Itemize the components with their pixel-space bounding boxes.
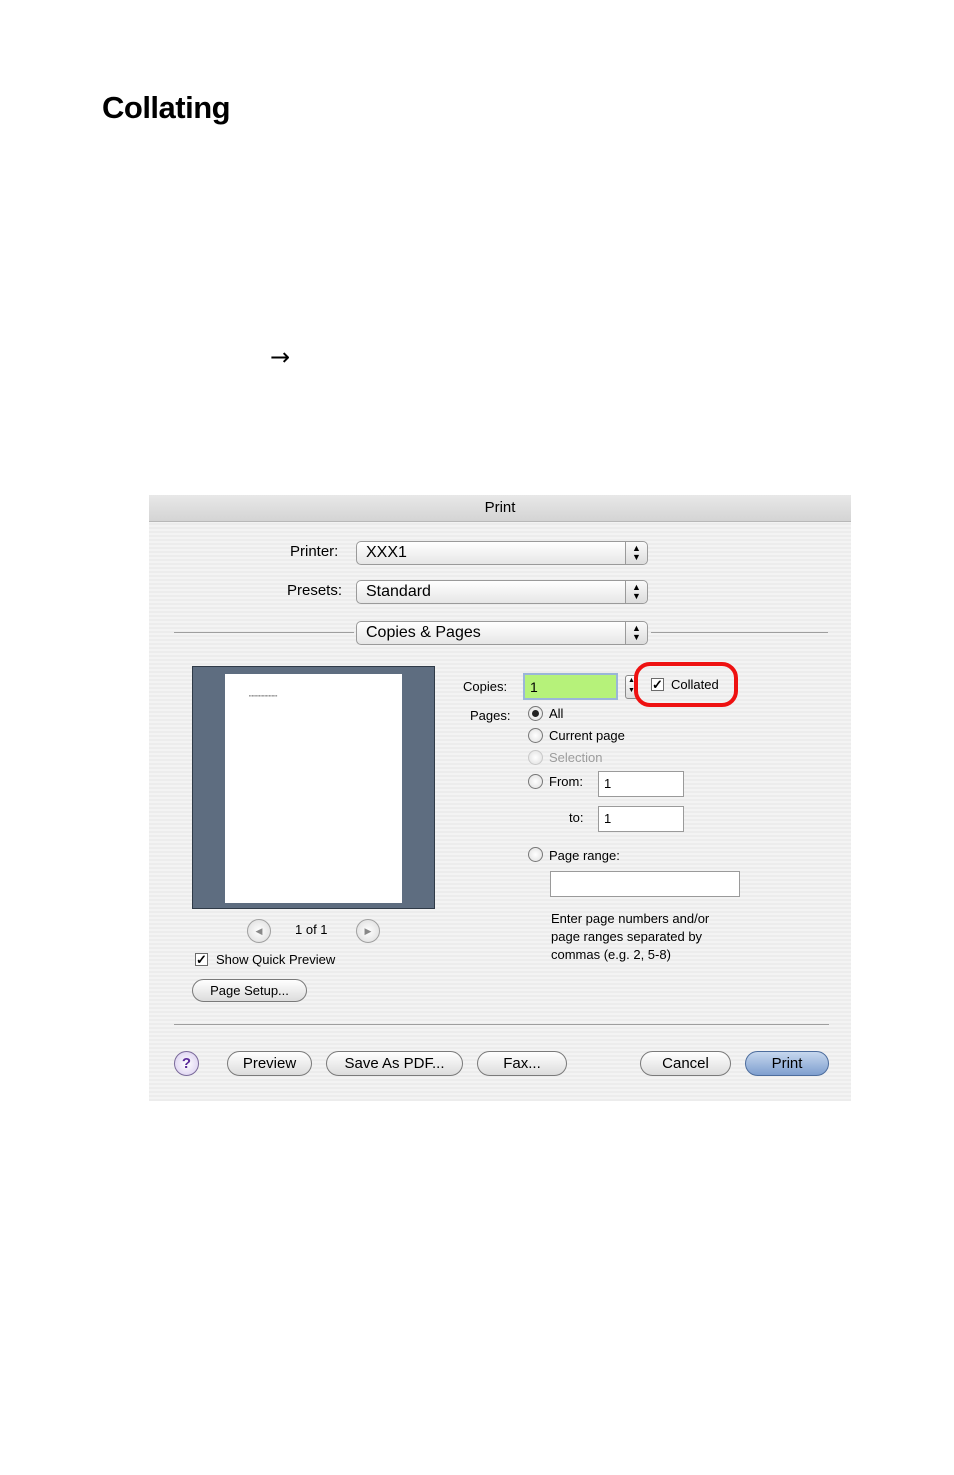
from-field[interactable]: 1 (598, 771, 684, 797)
pages-to-label: to: (569, 810, 584, 825)
cancel-button[interactable]: Cancel (640, 1051, 731, 1076)
popup-arrows-icon: ▲ ▼ (625, 542, 647, 564)
printer-value: XXX1 (366, 544, 407, 561)
next-page-button[interactable]: ▶ (356, 919, 380, 943)
pages-selection-radio[interactable] (528, 750, 543, 765)
section-value: Copies & Pages (366, 624, 481, 641)
question-mark-icon: ? (181, 1055, 192, 1072)
collated-highlight-annotation (634, 662, 738, 707)
page-range-help-line-3: commas (e.g. 2, 5-8) (551, 947, 671, 962)
popup-arrows-icon: ▲ ▼ (625, 581, 647, 603)
presets-popup[interactable]: Standard ▲ ▼ (356, 580, 648, 604)
section-divider-right (651, 632, 828, 633)
to-field[interactable]: 1 (598, 806, 684, 832)
print-dialog: Print Printer: XXX1 ▲ ▼ Presets: Standard… (149, 495, 851, 1101)
pages-from-label: From: (549, 774, 583, 789)
copies-field[interactable]: 1 (523, 673, 618, 700)
pages-range-radio[interactable] (528, 847, 543, 862)
quick-preview: ▪▪▪▪▪▪▪▪▪▪▪▪▪▪▪▪▪▪▪▪ (192, 666, 435, 909)
pages-selection-label: Selection (549, 750, 603, 765)
copies-label: Copies: (463, 679, 508, 694)
preview-page-text: ▪▪▪▪▪▪▪▪▪▪▪▪▪▪▪▪▪▪▪▪ (249, 693, 278, 698)
page-range-help-line-2: page ranges separated by (551, 929, 703, 944)
pages-all-radio[interactable] (528, 706, 543, 721)
show-quick-preview-checkbox[interactable]: ✓ (195, 953, 208, 966)
print-button[interactable]: Print (745, 1051, 829, 1076)
fax-button[interactable]: Fax... (477, 1051, 567, 1076)
checkmark-icon: ✓ (196, 952, 207, 967)
pages-current-label: Current page (549, 728, 625, 743)
pages-label: Pages: (470, 708, 511, 723)
popup-arrows-icon: ▲ ▼ (625, 622, 647, 644)
arrow-left-icon: ◀ (255, 926, 263, 936)
preview-button[interactable]: Preview (227, 1051, 312, 1076)
page-setup-button[interactable]: Page Setup... (192, 979, 307, 1002)
arrow-right-icon: ▶ (364, 926, 372, 936)
show-quick-preview-label: Show Quick Preview (216, 952, 336, 967)
page-range-field[interactable] (550, 871, 740, 897)
page-range-help-line-1: Enter page numbers and/or (551, 911, 710, 926)
previous-page-button[interactable]: ◀ (247, 919, 271, 943)
section-divider-left (174, 632, 354, 633)
dialog-title: Print (149, 495, 851, 522)
pages-range-label: Page range: (549, 848, 620, 863)
preview-page-thumbnail: ▪▪▪▪▪▪▪▪▪▪▪▪▪▪▪▪▪▪▪▪ (225, 674, 402, 903)
pages-all-label: All (549, 706, 564, 721)
pages-from-radio[interactable] (528, 774, 543, 789)
presets-value: Standard (366, 583, 431, 600)
help-button[interactable]: ? (174, 1051, 199, 1076)
menu-path-arrow: → (270, 343, 291, 371)
save-as-pdf-button[interactable]: Save As PDF... (326, 1051, 463, 1076)
presets-label: Presets: (287, 582, 343, 599)
bottom-divider (174, 1024, 829, 1025)
section-popup[interactable]: Copies & Pages ▲ ▼ (356, 621, 648, 645)
page-heading: Collating (102, 90, 231, 125)
pages-current-radio[interactable] (528, 728, 543, 743)
printer-popup[interactable]: XXX1 ▲ ▼ (356, 541, 648, 565)
page-counter: 1 of 1 (295, 922, 328, 937)
printer-label: Printer: (290, 543, 339, 560)
